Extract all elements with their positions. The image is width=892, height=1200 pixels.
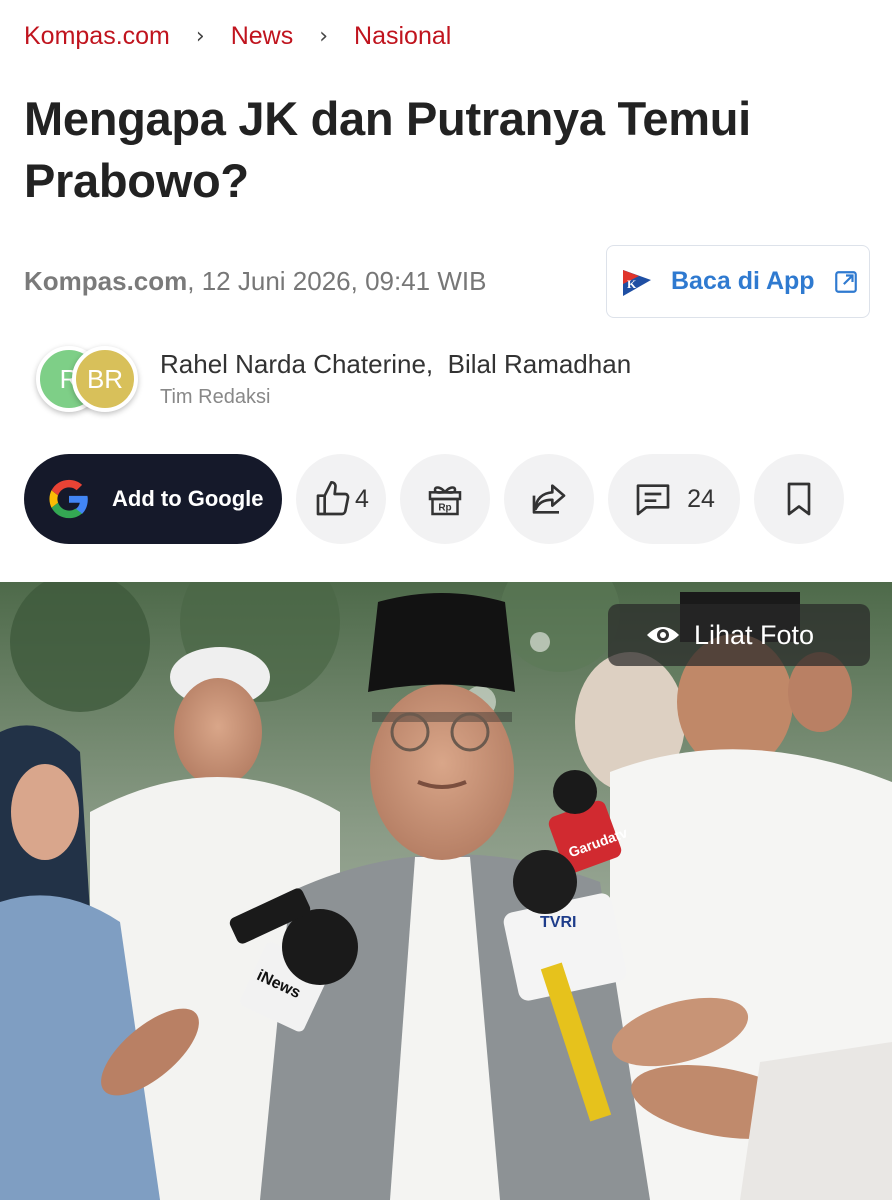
comment-icon: [636, 484, 670, 516]
add-to-google-label: Add to Google: [112, 486, 264, 511]
read-in-app-button[interactable]: K Baca di App: [606, 245, 870, 318]
svg-text:TVRI: TVRI: [540, 914, 576, 931]
read-in-app-label: Baca di App: [671, 267, 815, 295]
authors: R BR Rahel Narda Chaterine, Bilal Ramadh…: [36, 346, 631, 412]
gift-button[interactable]: Rp: [400, 454, 490, 544]
add-to-google-button[interactable]: Add to Google: [24, 454, 282, 544]
kompas-logo-icon: K: [623, 269, 651, 296]
share-button[interactable]: [504, 454, 594, 544]
article-title: Mengapa JK dan Putranya Temui Prabowo?: [24, 92, 751, 207]
svg-text:K: K: [627, 277, 637, 291]
google-logo-icon: [49, 479, 88, 519]
article-photo[interactable]: Garudatv TVRI iNews Lihat Foto: [0, 582, 892, 1200]
view-photo-label: Lihat Foto: [694, 619, 815, 650]
like-button[interactable]: 4: [296, 454, 386, 544]
eye-icon: [647, 627, 679, 643]
chevron-right-icon: ›: [319, 24, 329, 49]
breadcrumb-news[interactable]: News: [231, 22, 294, 51]
author-names[interactable]: Rahel Narda Chaterine, Bilal Ramadhan: [160, 349, 631, 380]
breadcrumb: Kompas.com › News › Nasional: [24, 22, 451, 51]
comment-button[interactable]: 24: [608, 454, 740, 544]
share-icon: [532, 484, 566, 514]
article-datetime: , 12 Juni 2026, 09:41 WIB: [187, 266, 487, 296]
avatar[interactable]: BR: [72, 346, 138, 412]
chevron-right-icon: ›: [195, 24, 205, 49]
view-photo-button[interactable]: Lihat Foto: [608, 604, 870, 666]
author-role: Tim Redaksi: [160, 386, 271, 408]
article-meta: Kompas.com, 12 Juni 2026, 09:41 WIB: [24, 266, 486, 297]
comment-count: 24: [687, 484, 715, 513]
gift-icon: Rp: [428, 486, 462, 516]
svg-text:Rp: Rp: [438, 503, 451, 514]
breadcrumb-nasional[interactable]: Nasional: [354, 22, 451, 51]
thumbs-up-icon: [316, 481, 350, 516]
author-info: Rahel Narda Chaterine, Bilal Ramadhan Ti…: [160, 349, 631, 409]
breadcrumb-home[interactable]: Kompas.com: [24, 22, 170, 51]
action-bar: Add to Google 4 Rp 24: [24, 454, 868, 544]
press-conference-photo: Garudatv TVRI iNews: [0, 582, 892, 1200]
article-source: Kompas.com: [24, 266, 188, 296]
like-count: 4: [355, 484, 369, 513]
bookmark-button[interactable]: [754, 454, 844, 544]
bookmark-icon: [787, 482, 811, 516]
external-link-icon: [834, 270, 857, 293]
